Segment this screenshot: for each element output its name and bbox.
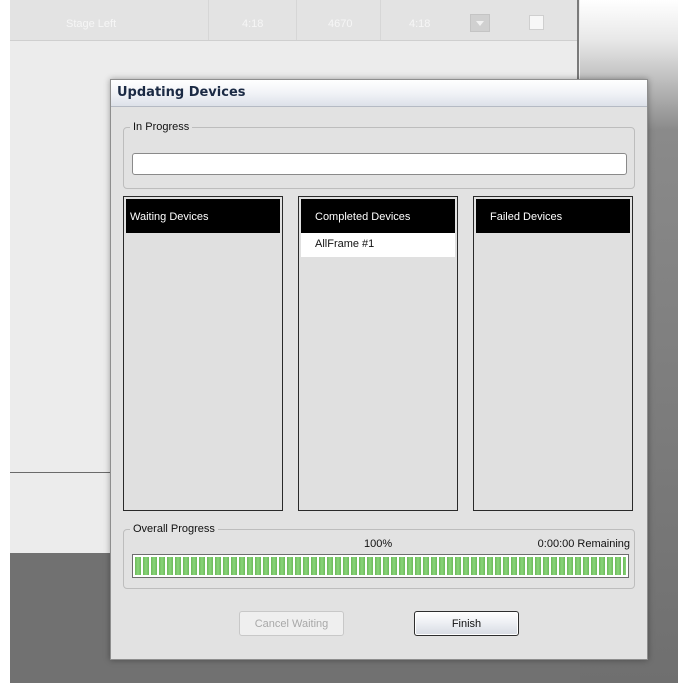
column-divider — [208, 0, 209, 40]
failed-devices-header: Failed Devices — [476, 199, 630, 233]
in-progress-field — [132, 153, 627, 175]
overall-progress-label: Overall Progress — [130, 523, 218, 535]
failed-devices-panel[interactable]: Failed Devices — [473, 196, 633, 511]
dialog-title: Updating Devices — [117, 85, 246, 100]
list-item[interactable]: AllFrame #1 — [301, 233, 455, 257]
completed-devices-panel[interactable]: Completed Devices AllFrame #1 — [298, 196, 458, 511]
completed-devices-header-label: Completed Devices — [315, 211, 411, 223]
completed-devices-header: Completed Devices — [301, 199, 455, 233]
overall-progress-bar — [132, 554, 629, 578]
overall-progress-remaining: 0:00:00 Remaining — [537, 538, 630, 550]
in-progress-label: In Progress — [130, 121, 193, 133]
background-table-row: Stage Left 4:18 4670 4:18 — [10, 0, 578, 41]
waiting-devices-header: Waiting Devices — [126, 199, 280, 233]
overall-progress-group: Overall Progress 100% 0:00:00 Remaining — [123, 523, 635, 589]
column-divider — [296, 0, 297, 40]
overall-progress-fill — [135, 557, 626, 575]
column-divider — [380, 0, 381, 40]
background-row-checkbox[interactable] — [529, 15, 544, 30]
chevron-down-icon[interactable] — [470, 14, 490, 32]
in-progress-group: In Progress — [123, 121, 635, 189]
failed-devices-header-label: Failed Devices — [490, 211, 563, 223]
waiting-devices-panel[interactable]: Waiting Devices — [123, 196, 283, 511]
waiting-devices-header-label: Waiting Devices — [130, 211, 209, 223]
finish-button[interactable]: Finish — [414, 611, 519, 636]
cancel-waiting-button[interactable]: Cancel Waiting — [239, 611, 344, 636]
background-row-value-a: 4:18 — [242, 18, 264, 30]
overall-progress-percent: 100% — [364, 538, 393, 550]
background-row-value-b: 4670 — [328, 18, 353, 30]
dialog-title-bar[interactable]: Updating Devices — [111, 80, 647, 107]
background-row-name: Stage Left — [66, 18, 117, 30]
screen-margin — [0, 0, 10, 683]
updating-devices-dialog: Updating Devices In Progress Waiting Dev… — [110, 79, 648, 660]
background-row-value-c: 4:18 — [409, 18, 431, 30]
